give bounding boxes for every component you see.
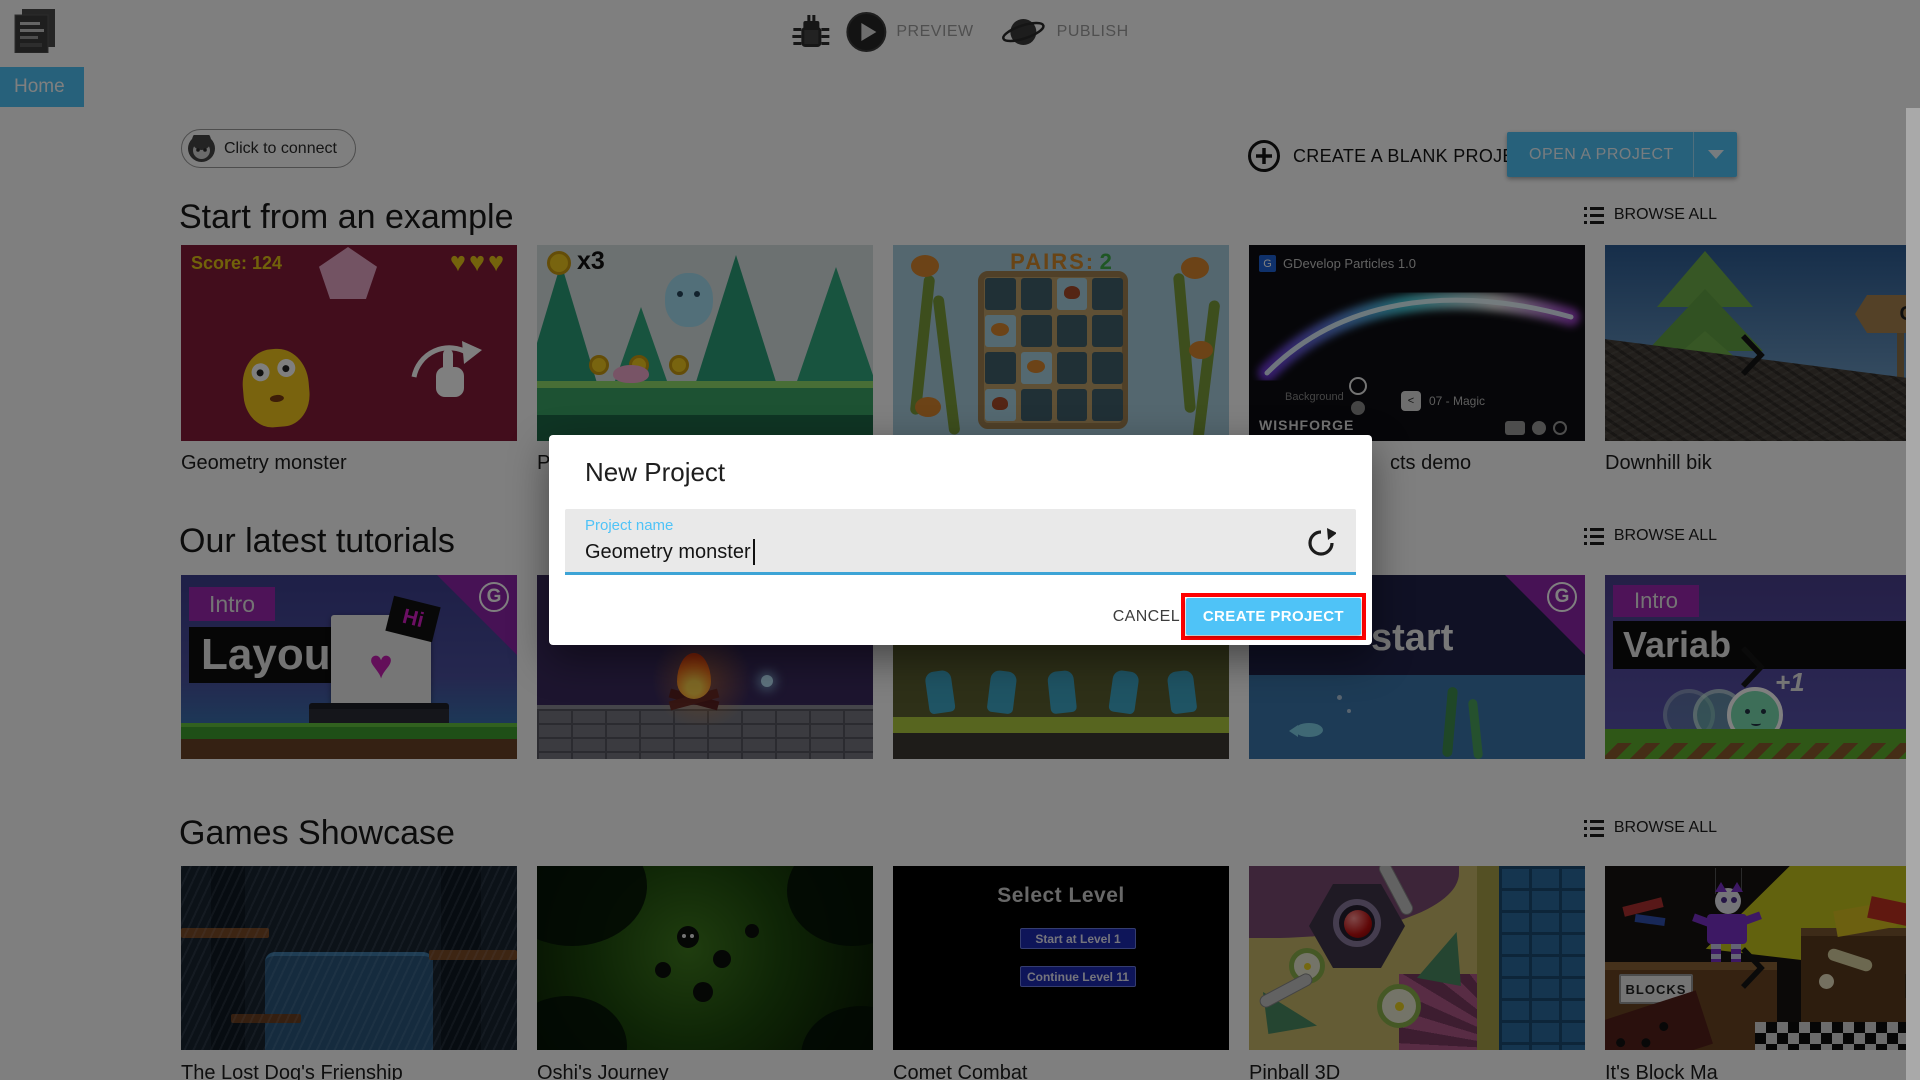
field-underline — [565, 572, 1356, 575]
text-cursor — [752, 539, 755, 565]
refresh-icon[interactable] — [1306, 528, 1336, 558]
field-value: Geometry monster — [585, 540, 751, 563]
new-project-dialog: New Project Project name Geometry monste… — [549, 435, 1372, 645]
annotation-highlight-box: CREATE PROJECT — [1180, 593, 1366, 640]
create-project-button[interactable]: CREATE PROJECT — [1185, 598, 1361, 635]
cancel-button[interactable]: CANCEL — [1113, 608, 1180, 626]
dialog-title: New Project — [585, 457, 726, 487]
project-name-input[interactable]: Project name Geometry monster — [565, 509, 1356, 575]
scrollbar[interactable] — [1906, 108, 1920, 1080]
field-label: Project name — [585, 517, 674, 534]
